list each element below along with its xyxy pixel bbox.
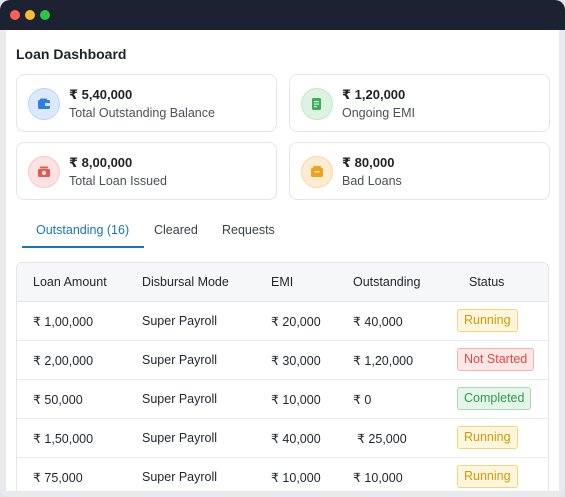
- table-row[interactable]: ₹ 2,00,000 Super Payroll ₹ 30,000 ₹ 1,20…: [17, 341, 548, 380]
- card-amount: ₹ 5,40,000: [69, 87, 133, 102]
- cell-outstanding: ₹ 25,000: [357, 432, 407, 446]
- cell-loan-amount: ₹ 2,00,000: [33, 354, 94, 368]
- column-header-loan-amount[interactable]: Loan Amount: [33, 275, 107, 289]
- cell-disbursal-mode: Super Payroll: [142, 431, 218, 445]
- cell-emi: ₹ 30,000: [271, 354, 321, 368]
- status-badge: Completed: [457, 387, 532, 410]
- cell-emi: ₹ 40,000: [271, 432, 321, 446]
- cell-disbursal-mode: Super Payroll: [142, 392, 218, 406]
- close-window-button[interactable]: [10, 10, 20, 20]
- status-badge: Running: [457, 309, 518, 332]
- card-amount: ₹ 1,20,000: [342, 87, 406, 102]
- title-bar: [0, 0, 565, 30]
- table-row[interactable]: ₹ 1,50,000 Super Payroll ₹ 40,000 ₹ 25,0…: [17, 419, 548, 458]
- cell-outstanding: ₹ 10,000: [353, 471, 403, 485]
- card-amount: ₹ 80,000: [342, 155, 395, 170]
- app-window: Loan Dashboard ₹ 5,40,000 Total Outstand…: [0, 0, 565, 497]
- money-issued-icon: [28, 156, 60, 188]
- table-row[interactable]: ₹ 50,000 Super Payroll ₹ 10,000 ₹ 0 Comp…: [17, 380, 548, 419]
- card-total-outstanding[interactable]: ₹ 5,40,000 Total Outstanding Balance: [16, 74, 277, 132]
- card-label: Ongoing EMI: [342, 106, 415, 120]
- page-title: Loan Dashboard: [16, 46, 127, 62]
- cell-loan-amount: ₹ 75,000: [33, 471, 83, 485]
- loans-table: Loan Amount Disbursal Mode EMI Outstandi…: [16, 262, 549, 491]
- cell-outstanding: ₹ 1,20,000: [353, 354, 414, 368]
- tab-outstanding[interactable]: Outstanding (16): [36, 223, 129, 237]
- cell-outstanding: ₹ 40,000: [353, 315, 403, 329]
- column-header-disbursal-mode[interactable]: Disbursal Mode: [142, 275, 229, 289]
- column-header-emi[interactable]: EMI: [271, 275, 293, 289]
- card-label: Total Loan Issued: [69, 174, 167, 188]
- column-header-status[interactable]: Status: [469, 275, 504, 289]
- table-row[interactable]: ₹ 75,000 Super Payroll ₹ 10,000 ₹ 10,000…: [17, 458, 548, 491]
- loan-tabs: Outstanding (16) Cleared Requests: [22, 220, 542, 250]
- card-bad-loans[interactable]: ₹ 80,000 Bad Loans: [289, 142, 550, 200]
- cell-emi: ₹ 20,000: [271, 315, 321, 329]
- active-tab-indicator: [22, 246, 144, 248]
- table-header: Loan Amount Disbursal Mode EMI Outstandi…: [17, 263, 548, 302]
- card-amount: ₹ 8,00,000: [69, 155, 133, 170]
- column-header-outstanding[interactable]: Outstanding: [353, 275, 420, 289]
- cell-emi: ₹ 10,000: [271, 393, 321, 407]
- cell-disbursal-mode: Super Payroll: [142, 314, 218, 328]
- tab-requests[interactable]: Requests: [222, 223, 275, 237]
- minimize-window-button[interactable]: [25, 10, 35, 20]
- cell-disbursal-mode: Super Payroll: [142, 353, 218, 367]
- cell-loan-amount: ₹ 1,00,000: [33, 315, 94, 329]
- bad-loan-icon: [301, 156, 333, 188]
- dashboard-content: Loan Dashboard ₹ 5,40,000 Total Outstand…: [6, 30, 559, 491]
- cell-emi: ₹ 10,000: [271, 471, 321, 485]
- cell-outstanding: ₹ 0: [353, 393, 372, 407]
- maximize-window-button[interactable]: [40, 10, 50, 20]
- cell-disbursal-mode: Super Payroll: [142, 470, 218, 484]
- cell-loan-amount: ₹ 50,000: [33, 393, 83, 407]
- status-badge: Running: [457, 465, 518, 488]
- cell-loan-amount: ₹ 1,50,000: [33, 432, 94, 446]
- card-total-loan-issued[interactable]: ₹ 8,00,000 Total Loan Issued: [16, 142, 277, 200]
- card-ongoing-emi[interactable]: ₹ 1,20,000 Ongoing EMI: [289, 74, 550, 132]
- rupee-bill-icon: [301, 88, 333, 120]
- wallet-icon: [28, 88, 60, 120]
- card-label: Total Outstanding Balance: [69, 106, 215, 120]
- tab-cleared[interactable]: Cleared: [154, 223, 198, 237]
- status-badge: Not Started: [457, 348, 535, 371]
- table-row[interactable]: ₹ 1,00,000 Super Payroll ₹ 20,000 ₹ 40,0…: [17, 302, 548, 341]
- card-label: Bad Loans: [342, 174, 402, 188]
- status-badge: Running: [457, 426, 518, 449]
